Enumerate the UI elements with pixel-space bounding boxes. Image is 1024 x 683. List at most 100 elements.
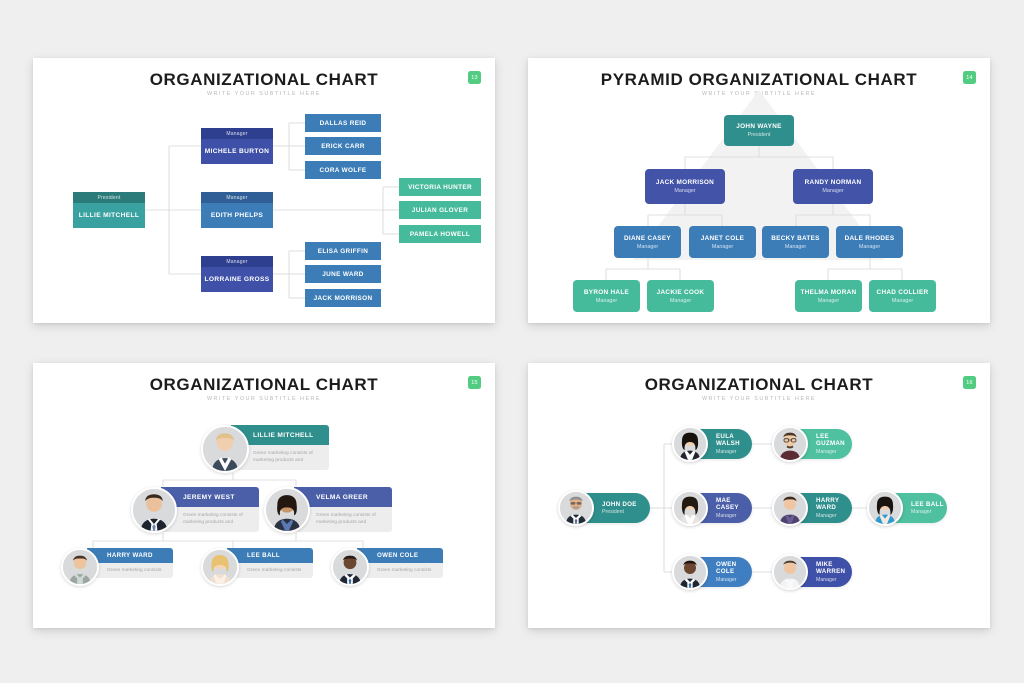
- avatar: [201, 425, 249, 473]
- chart-canvas: JOHN WAYNE President JACK MORRISON Manag…: [528, 58, 990, 323]
- avatar: [772, 426, 808, 462]
- avatar: [61, 548, 99, 586]
- pill-node-john-doe[interactable]: JOHN DOE President: [558, 490, 650, 526]
- pyramid-node-byron-hale[interactable]: BYRON HALE Manager: [573, 280, 640, 312]
- person-photo-icon: [203, 550, 237, 584]
- pill-node-eula-walsh[interactable]: EULA WALSH Manager: [672, 426, 752, 462]
- pyramid-node-name: DALE RHODES: [844, 234, 895, 242]
- pyramid-node-role: Manager: [891, 297, 914, 304]
- photo-card-description: Green marketing consists: [227, 563, 313, 579]
- person-photo-icon: [774, 492, 806, 524]
- pyramid-node-jack-morrison[interactable]: JACK MORRISON Manager: [645, 169, 725, 204]
- pill-node-name: MIKE WARREN: [816, 561, 846, 576]
- org-node-leaf-elisa-griffin[interactable]: ELISA GRIFFIN: [305, 242, 381, 260]
- org-node-leaf-pamela-howell[interactable]: PAMELA HOWELL: [399, 225, 481, 243]
- org-node-manager-3[interactable]: Manager LORRAINE GROSS: [201, 256, 273, 292]
- photo-card-velma-greer[interactable]: VELMA GREER Green marketing consists of …: [264, 487, 392, 533]
- pill-node-lee-guzman[interactable]: LEE GUZMAN Manager: [772, 426, 852, 462]
- org-node-name: DALLAS REID: [319, 119, 367, 127]
- pyramid-node-president[interactable]: JOHN WAYNE President: [724, 115, 794, 146]
- pyramid-node-chad-collier[interactable]: CHAD COLLIER Manager: [869, 280, 936, 312]
- pill-node-role: Manager: [716, 512, 737, 519]
- pill-node-role: Manager: [816, 448, 837, 455]
- pill-node-lee-ball[interactable]: LEE BALL Manager: [867, 490, 947, 526]
- org-node-role: President: [73, 192, 145, 203]
- org-node-name: EDITH PHELPS: [210, 212, 264, 219]
- org-node-name: JULIAN GLOVER: [411, 206, 469, 214]
- person-photo-icon: [674, 428, 706, 460]
- org-node-manager-2[interactable]: Manager EDITH PHELPS: [201, 192, 273, 228]
- photo-card-harry-ward[interactable]: HARRY WARD Green marketing consists: [61, 548, 173, 586]
- org-node-leaf-erick-carr[interactable]: ERICK CARR: [305, 137, 381, 155]
- slide-organizational-chart-1[interactable]: ORGANIZATIONAL CHART WRITE YOUR SUBTITLE…: [33, 58, 495, 323]
- org-node-role: Manager: [201, 256, 273, 267]
- org-node-leaf-victoria-hunter[interactable]: VICTORIA HUNTER: [399, 178, 481, 196]
- pyramid-node-janet-cole[interactable]: JANET COLE Manager: [689, 226, 756, 258]
- avatar: [264, 487, 310, 533]
- pyramid-node-name: BECKY BATES: [771, 234, 820, 242]
- slide-pill-organizational-chart[interactable]: ORGANIZATIONAL CHART WRITE YOUR SUBTITLE…: [528, 363, 990, 628]
- org-node-name: ELISA GRIFFIN: [317, 247, 369, 255]
- avatar: [201, 548, 239, 586]
- photo-card-owen-cole[interactable]: OWEN COLE Green marketing consists: [331, 548, 443, 586]
- pyramid-node-role: Manager: [636, 243, 659, 250]
- pyramid-node-name: BYRON HALE: [583, 288, 630, 296]
- photo-card-lee-ball[interactable]: LEE BALL Green marketing consists: [201, 548, 313, 586]
- pyramid-node-name: CHAD COLLIER: [876, 288, 929, 296]
- pyramid-node-name: JACK MORRISON: [655, 179, 715, 186]
- org-node-role: Manager: [201, 192, 273, 203]
- photo-card-description: Green marketing consists: [87, 563, 173, 579]
- slide-photo-organizational-chart[interactable]: ORGANIZATIONAL CHART WRITE YOUR SUBTITLE…: [33, 363, 495, 628]
- pill-node-role: Manager: [816, 576, 837, 583]
- org-node-leaf-jack-morrison[interactable]: JACK MORRISON: [305, 289, 381, 307]
- pill-node-owen-cole[interactable]: OWEN COLE Manager: [672, 554, 752, 590]
- chart-canvas: LILLIE MITCHELL Green marketing consists…: [33, 363, 495, 628]
- pyramid-node-diane-casey[interactable]: DIANE CASEY Manager: [614, 226, 681, 258]
- pyramid-node-randy-norman[interactable]: RANDY NORMAN Manager: [793, 169, 873, 204]
- org-node-leaf-cora-wolfe[interactable]: CORA WOLFE: [305, 161, 381, 179]
- org-node-role: Manager: [201, 128, 273, 139]
- pill-node-name: OWEN COLE: [716, 561, 737, 576]
- person-photo-icon: [266, 489, 308, 531]
- person-photo-icon: [63, 550, 97, 584]
- photo-card-name: HARRY WARD: [87, 548, 173, 563]
- person-photo-icon: [869, 492, 901, 524]
- pyramid-node-thelma-moran[interactable]: THELMA MORAN Manager: [795, 280, 862, 312]
- photo-card-lillie-mitchell[interactable]: LILLIE MITCHELL Green marketing consists…: [201, 425, 329, 473]
- pill-node-name: LEE BALL: [911, 500, 944, 508]
- org-node-president[interactable]: President LILLIE MITCHELL: [73, 192, 145, 228]
- pyramid-node-role: Manager: [669, 297, 692, 304]
- pyramid-node-name: DIANE CASEY: [624, 234, 671, 242]
- org-node-manager-1[interactable]: Manager MICHELE BURTON: [201, 128, 273, 164]
- slide-pyramid-organizational-chart[interactable]: PYRAMID ORGANIZATIONAL CHART WRITE YOUR …: [528, 58, 990, 323]
- avatar: [331, 548, 369, 586]
- org-node-leaf-june-ward[interactable]: JUNE WARD: [305, 265, 381, 283]
- chart-canvas: President LILLIE MITCHELL Manager MICHEL…: [33, 58, 495, 323]
- org-node-name: LORRAINE GROSS: [204, 276, 270, 283]
- photo-card-name: LEE BALL: [227, 548, 313, 563]
- pyramid-node-role: Manager: [858, 243, 881, 250]
- org-node-name: CORA WOLFE: [319, 166, 367, 174]
- org-node-leaf-julian-glover[interactable]: JULIAN GLOVER: [399, 201, 481, 219]
- pill-node-name: LEE GUZMAN: [816, 433, 845, 448]
- pyramid-node-role: Manager: [822, 188, 844, 194]
- photo-card-name: OWEN COLE: [357, 548, 443, 563]
- pyramid-node-role: Manager: [674, 188, 696, 194]
- pill-node-name: EULA WALSH: [716, 433, 740, 448]
- person-photo-icon: [674, 556, 706, 588]
- pyramid-node-jackie-cook[interactable]: JACKIE COOK Manager: [647, 280, 714, 312]
- photo-card-jeremy-west[interactable]: JEREMY WEST Green marketing consists of …: [131, 487, 259, 533]
- pill-node-harry-ward[interactable]: HARRY WARD Manager: [772, 490, 852, 526]
- pill-node-name: MAE CASEY: [716, 497, 739, 512]
- pill-node-mae-casey[interactable]: MAE CASEY Manager: [672, 490, 752, 526]
- avatar: [772, 554, 808, 590]
- pyramid-node-becky-bates[interactable]: BECKY BATES Manager: [762, 226, 829, 258]
- pill-node-mike-warren[interactable]: MIKE WARREN Manager: [772, 554, 852, 590]
- pyramid-node-dale-rhodes[interactable]: DALE RHODES Manager: [836, 226, 903, 258]
- pill-node-role: Manager: [716, 448, 737, 455]
- avatar: [772, 490, 808, 526]
- pyramid-node-role: Manager: [711, 243, 734, 250]
- org-node-leaf-dallas-reid[interactable]: DALLAS REID: [305, 114, 381, 132]
- person-photo-icon: [560, 492, 592, 524]
- person-photo-icon: [333, 550, 367, 584]
